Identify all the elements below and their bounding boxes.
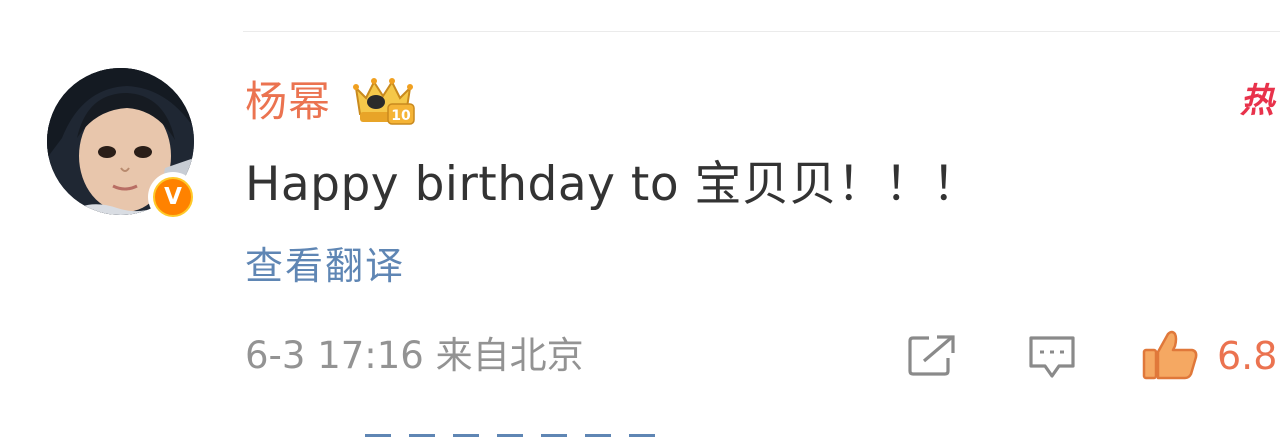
next-comment-partial bbox=[365, 428, 675, 437]
crown-level-icon: 10 bbox=[353, 78, 415, 125]
level-number: 10 bbox=[391, 108, 411, 124]
verified-badge: V bbox=[148, 172, 198, 222]
username[interactable]: 杨幂 bbox=[245, 72, 331, 132]
comment-icon[interactable] bbox=[1027, 334, 1077, 380]
view-translation-link[interactable]: 查看翻译 bbox=[245, 238, 405, 294]
like-count: 6.8 bbox=[1217, 334, 1278, 378]
post-timestamp: 6-3 17:16 来自北京 bbox=[245, 334, 584, 377]
hot-tag: 热 bbox=[1240, 81, 1274, 121]
comment-text: Happy birthday to 宝贝贝！！！ bbox=[245, 157, 980, 212]
share-icon[interactable] bbox=[907, 334, 957, 378]
thumbs-up-icon[interactable] bbox=[1140, 328, 1200, 382]
verified-v-icon: V bbox=[153, 177, 193, 217]
top-divider bbox=[243, 31, 1280, 32]
